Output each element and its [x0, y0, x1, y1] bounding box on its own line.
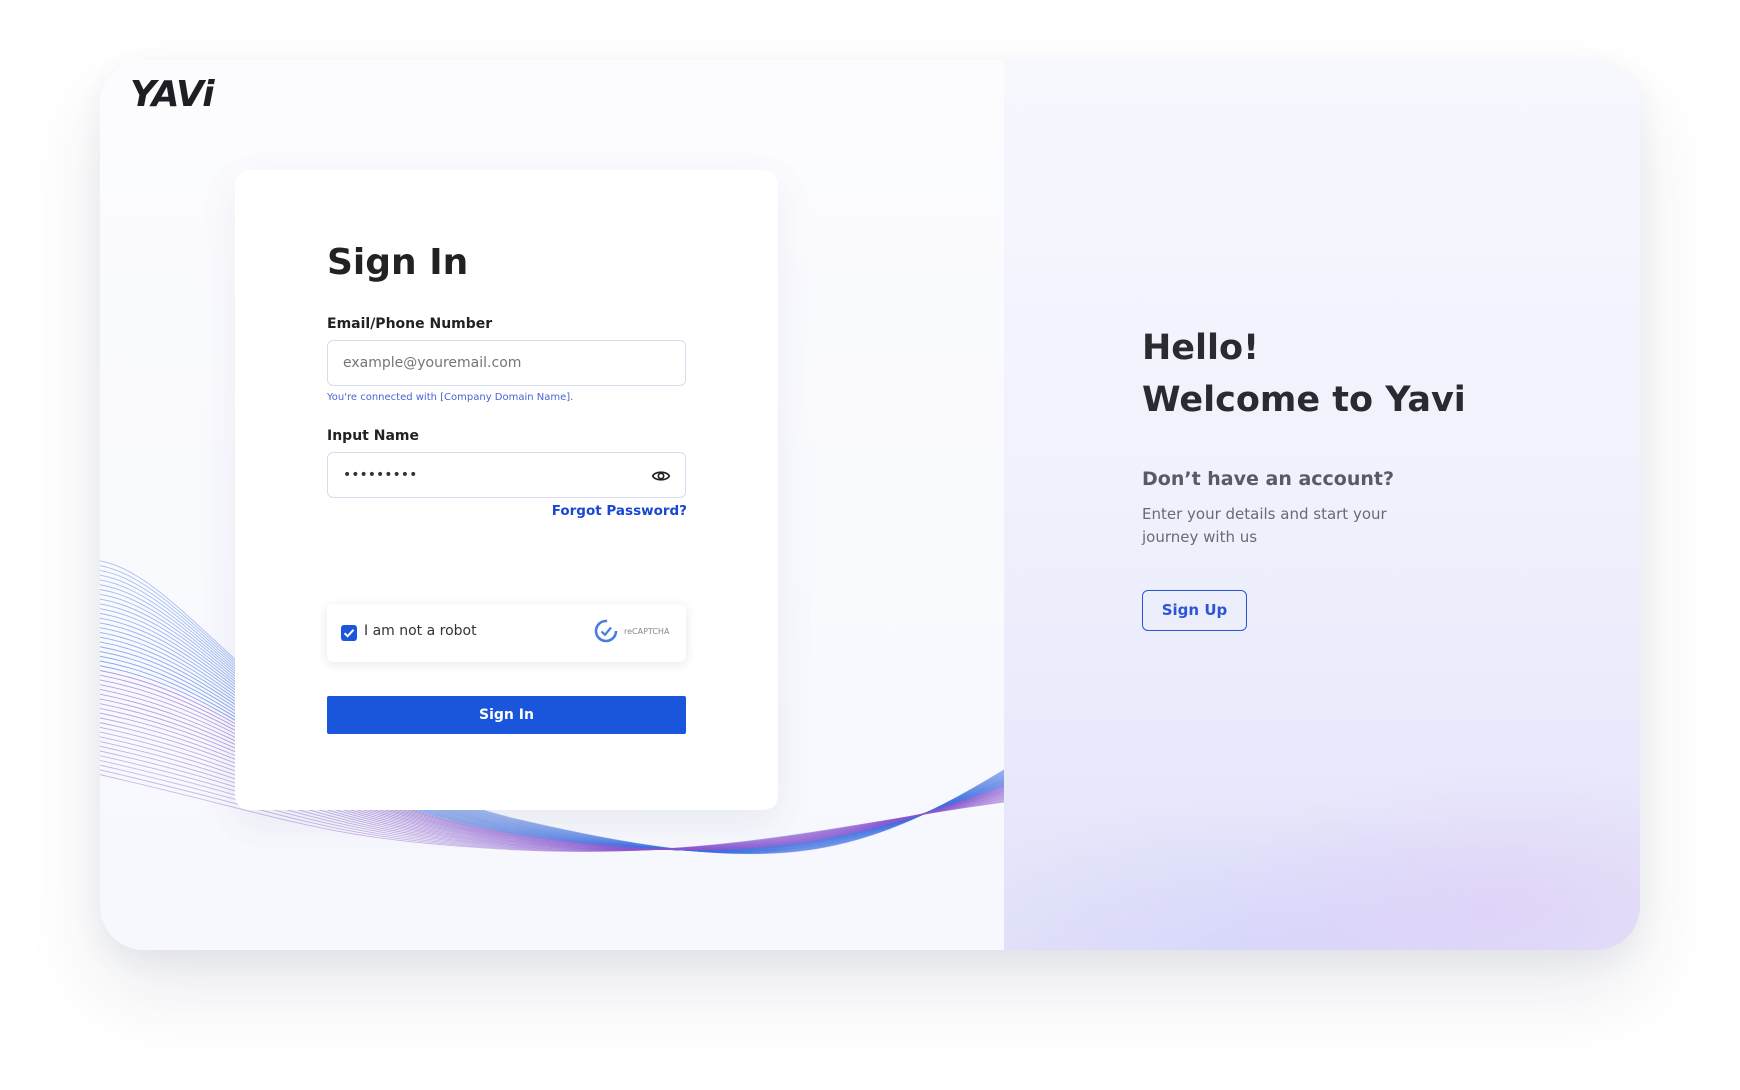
app-window: YAVi Sign In Email/Phone Number You're c… — [100, 60, 1640, 950]
welcome-pane: Hello! Welcome to Yavi Don’t have an acc… — [1004, 60, 1640, 950]
captcha-widget: I am not a robot reCAPTCHA — [327, 604, 686, 662]
password-label: Input Name — [327, 428, 419, 444]
check-icon — [343, 629, 355, 638]
password-input[interactable] — [328, 453, 618, 497]
captcha-label: I am not a robot — [364, 623, 477, 639]
signup-button[interactable]: Sign Up — [1142, 590, 1247, 631]
welcome-greeting: Hello! — [1142, 328, 1260, 368]
recaptcha-brand: reCAPTCHA — [624, 627, 670, 636]
forgot-password-link[interactable]: Forgot Password? — [552, 503, 687, 519]
captcha-checkbox[interactable] — [341, 625, 357, 641]
no-account-prompt: Don’t have an account? — [1142, 468, 1395, 490]
email-label: Email/Phone Number — [327, 316, 493, 332]
email-field[interactable] — [327, 340, 686, 386]
yavi-logo[interactable]: YAVi — [130, 74, 215, 115]
signin-button[interactable]: Sign In — [327, 696, 686, 734]
connected-hint: You're connected with [Company Domain Na… — [327, 392, 574, 403]
eye-icon[interactable] — [651, 466, 671, 486]
password-field[interactable] — [327, 452, 686, 498]
welcome-description: Enter your details and start your journe… — [1142, 505, 1387, 546]
recaptcha-icon — [594, 619, 618, 643]
signin-card: Sign In Email/Phone Number You're connec… — [235, 170, 778, 810]
welcome-title: Welcome to Yavi — [1142, 380, 1466, 420]
signin-pane: YAVi Sign In Email/Phone Number You're c… — [100, 60, 1004, 950]
signin-title: Sign In — [327, 242, 469, 283]
email-input[interactable] — [328, 341, 618, 385]
